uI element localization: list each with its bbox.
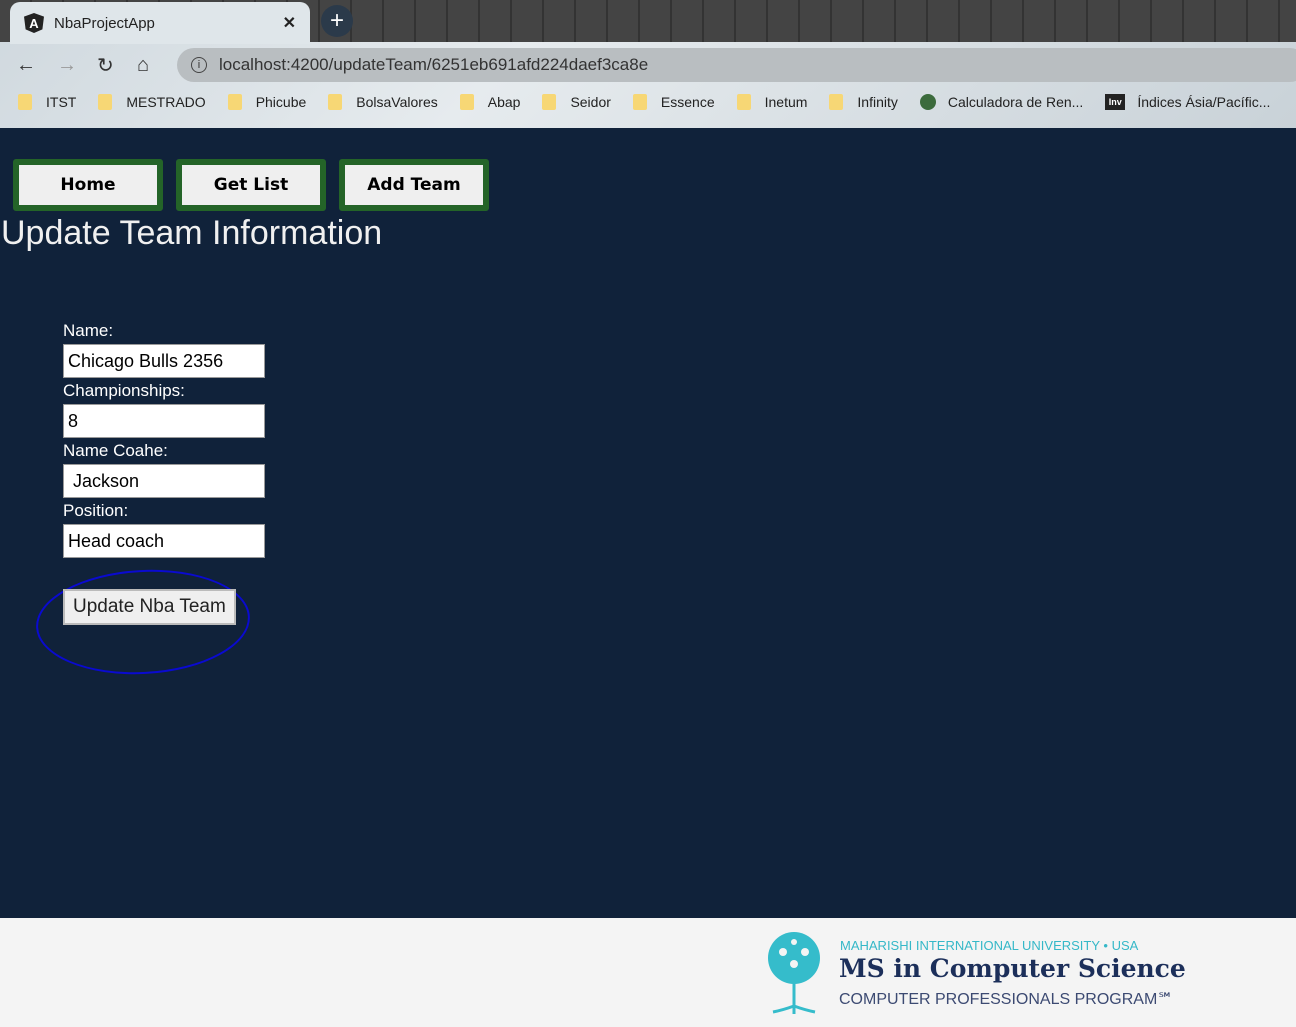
dollar-icon	[919, 94, 936, 110]
footer: MAHARISHI INTERNATIONAL UNIVERSITY • USA…	[0, 918, 1296, 1027]
bookmark[interactable]: ITST	[18, 94, 76, 110]
name-input[interactable]	[63, 344, 265, 378]
bookmark-label: BolsaValores	[356, 94, 438, 110]
back-icon[interactable]: ←	[16, 48, 36, 82]
bookmark[interactable]: Essence	[632, 94, 715, 110]
bookmark[interactable]: Calculadora de Ren...	[919, 94, 1084, 110]
folder-icon	[736, 94, 751, 110]
name-label: Name:	[63, 321, 114, 340]
bookmark[interactable]: Seidor	[542, 94, 611, 110]
university-name: MAHARISHI INTERNATIONAL UNIVERSITY • USA	[840, 938, 1139, 953]
tab-title: NbaProjectApp	[54, 14, 155, 32]
bookmark-label: Seidor	[570, 94, 611, 110]
bookmark[interactable]: Infinity	[829, 94, 898, 110]
bookmark[interactable]: BolsaValores	[328, 94, 438, 110]
close-tab-icon[interactable]: ✕	[283, 13, 296, 33]
bookmark[interactable]: MESTRADO	[98, 94, 206, 110]
bookmark-label: Calculadora de Ren...	[947, 94, 1084, 110]
folder-icon	[542, 94, 557, 110]
browser-chrome: A NbaProjectApp ✕ + ← → ↻ ⌂ i localhost:…	[0, 0, 1296, 128]
championships-input[interactable]	[63, 404, 265, 438]
bookmark-label: Infinity	[857, 94, 898, 110]
page-title: Update Team Information	[1, 214, 383, 252]
bookmark[interactable]: Phicube	[227, 94, 307, 110]
position-input[interactable]	[63, 524, 265, 558]
folder-icon	[829, 94, 844, 110]
folder-icon	[459, 94, 474, 110]
folder-icon	[18, 94, 32, 110]
folder-icon	[632, 94, 647, 110]
nav-buttons: Home Get List Add Team	[13, 159, 489, 211]
home-button[interactable]: Home	[13, 159, 163, 211]
update-team-form: Name: Championships: Name Coahe: Positio…	[63, 320, 265, 560]
program-title: MS in Computer Science	[839, 954, 1186, 983]
folder-icon	[98, 94, 113, 110]
bookmark-label: Abap	[487, 94, 521, 110]
bookmarks-bar: ITST MESTRADO Phicube BolsaValores Abap …	[18, 94, 1292, 110]
reload-icon[interactable]: ↻	[97, 48, 114, 82]
bookmark-label: ITST	[46, 94, 77, 110]
investing-icon: Inv	[1105, 94, 1126, 110]
bookmark[interactable]: Inv Índices Ásia/Pacífic...	[1105, 94, 1270, 110]
folder-icon	[328, 94, 343, 110]
address-bar[interactable]: i localhost:4200/updateTeam/6251eb691afd…	[177, 48, 1296, 82]
new-tab-button[interactable]: +	[321, 5, 353, 37]
tree-logo-icon	[768, 932, 820, 1014]
folder-icon	[227, 94, 242, 110]
championships-label: Championships:	[63, 381, 185, 400]
bookmark-label: Inetum	[764, 94, 808, 110]
bookmark-label: Essence	[660, 94, 715, 110]
bookmark[interactable]: Inetum	[736, 94, 808, 110]
forward-icon[interactable]: →	[57, 48, 77, 82]
coach-input[interactable]	[63, 464, 265, 498]
update-team-button[interactable]: Update Nba Team	[63, 589, 236, 625]
bookmark-label: Índices Ásia/Pacífic...	[1137, 94, 1271, 110]
home-icon[interactable]: ⌂	[137, 48, 149, 82]
bookmark-label: MESTRADO	[126, 94, 206, 110]
url-text: localhost:4200/updateTeam/6251eb691afd22…	[219, 55, 649, 74]
info-icon[interactable]: i	[191, 57, 207, 73]
bookmark[interactable]: Abap	[459, 94, 521, 110]
get-list-button[interactable]: Get List	[176, 159, 326, 211]
add-team-button[interactable]: Add Team	[339, 159, 489, 211]
position-label: Position:	[63, 501, 129, 520]
angular-icon: A	[24, 13, 44, 33]
browser-tab[interactable]: A NbaProjectApp ✕	[10, 2, 310, 44]
coach-label: Name Coahe:	[63, 441, 168, 460]
program-subtitle: COMPUTER PROFESSIONALS PROGRAM℠	[839, 991, 1174, 1008]
bookmark-label: Phicube	[255, 94, 307, 110]
